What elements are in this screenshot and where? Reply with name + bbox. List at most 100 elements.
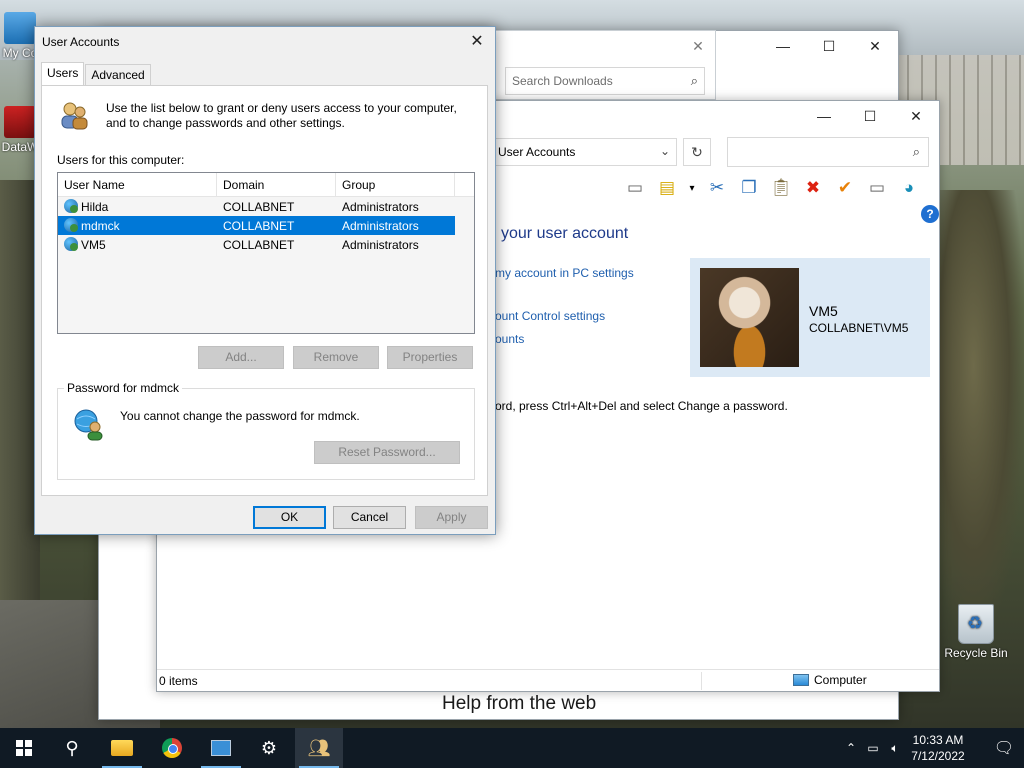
help-window-caption-buttons: — ☐ ✕ — [760, 31, 898, 61]
user-name: VM5 — [809, 303, 838, 319]
desktop-icon-label: My Co — [2, 46, 38, 60]
network-icon[interactable]: ▭ — [862, 741, 884, 755]
control-panel-caption-buttons: — ☐ ✕ — [801, 101, 939, 131]
app-shortcut-icon — [4, 106, 36, 138]
taskbar: ⚲ ⚙ 👥︎ ⌃ ▭ 🔈︎ 10:33 AM 7/12/2022 🗨︎ — [0, 728, 1024, 768]
users-icon: 👥︎ — [307, 737, 331, 758]
manage-accounts-link[interactable]: ounts — [495, 332, 524, 346]
note-icon[interactable]: ▤ — [655, 177, 679, 199]
user-globe-icon — [74, 409, 103, 441]
domain-cell: COLLABNET — [223, 237, 295, 252]
taskbar-settings[interactable]: ⚙ — [245, 728, 293, 768]
tab-advanced[interactable]: Advanced — [85, 64, 151, 87]
ok-button[interactable]: OK — [253, 506, 326, 529]
dialog-tabs: Users Advanced — [41, 62, 152, 87]
taskbar-file-explorer[interactable] — [98, 728, 146, 768]
users-list-header: User Name Domain Group — [58, 173, 474, 197]
close-button[interactable]: ✕ — [687, 35, 709, 57]
volume-icon[interactable]: 🔈︎ — [884, 741, 906, 756]
add-user-button[interactable]: Add... — [198, 346, 284, 369]
minimize-button[interactable]: — — [760, 31, 806, 61]
pane-icon[interactable]: ▭ — [623, 177, 647, 199]
windows-logo-icon — [16, 740, 32, 756]
computer-icon — [4, 12, 36, 44]
notification-icon[interactable]: 🗨︎ — [984, 738, 1024, 758]
column-header-user-name[interactable]: User Name — [58, 173, 217, 196]
search-button[interactable]: ⚲ — [48, 728, 96, 768]
address-text: User Accounts — [498, 145, 576, 159]
taskbar-control-panel[interactable] — [197, 728, 245, 768]
status-computer-label: Computer — [814, 673, 867, 687]
chevron-up-icon[interactable]: ⌃ — [840, 741, 862, 755]
close-button[interactable]: ✕ — [465, 31, 489, 53]
maximize-button[interactable]: ☐ — [847, 101, 893, 131]
desktop-tree — [940, 190, 1024, 630]
password-instruction: ord, press Ctrl+Alt+Del and select Chang… — [495, 399, 788, 413]
close-button[interactable]: ✕ — [852, 31, 898, 61]
password-message: You cannot change the password for mdmck… — [120, 409, 360, 423]
search-icon[interactable]: ⌕ — [913, 144, 920, 160]
page-title: your user account — [501, 225, 629, 242]
users-list-label: Users for this computer: — [57, 153, 185, 167]
pc-settings-link[interactable]: my account in PC settings — [495, 266, 634, 280]
properties-button[interactable]: Properties — [387, 346, 473, 369]
user-domain: COLLABNET\VM5 — [809, 321, 909, 335]
user-icon — [64, 237, 78, 251]
user-photo — [700, 268, 799, 367]
check-icon[interactable]: ✔ — [833, 177, 857, 199]
user-name-text: mdmck — [81, 219, 120, 233]
password-group: Password for mdmck You cannot change the… — [57, 381, 475, 480]
control-panel-icon — [211, 740, 231, 756]
help-from-web-heading[interactable]: Help from the web — [442, 693, 596, 715]
dropdown-arrow-icon[interactable]: ▾ — [687, 177, 697, 199]
chevron-down-icon[interactable]: ⌄ — [660, 144, 670, 158]
rename-icon[interactable]: ▭ — [865, 177, 889, 199]
users-list[interactable]: User Name Domain Group Hilda COLLABNET A… — [57, 172, 475, 334]
search-downloads-input[interactable]: Search Downloads ⌕ — [505, 67, 705, 95]
close-button[interactable]: ✕ — [893, 101, 939, 131]
dialog-title: User Accounts — [42, 35, 120, 49]
help-icon[interactable]: ? — [921, 205, 939, 223]
domain-cell: COLLABNET — [223, 218, 295, 233]
paste-icon[interactable]: 📋︎ — [769, 177, 793, 199]
desktop-icon-recycle-bin[interactable]: Recycle Bin — [944, 604, 1008, 660]
taskbar-user-accounts[interactable]: 👥︎ — [295, 728, 343, 768]
maximize-button[interactable]: ☐ — [806, 31, 852, 61]
reset-password-button[interactable]: Reset Password... — [314, 441, 460, 464]
table-row[interactable]: VM5 COLLABNET Administrators — [58, 235, 474, 254]
tab-users[interactable]: Users — [41, 62, 85, 85]
copy-icon[interactable]: ❐ — [737, 177, 761, 199]
remove-user-button[interactable]: Remove — [293, 346, 379, 369]
clock-time: 10:33 AM — [912, 733, 964, 747]
status-bar: 0 items Computer — [157, 669, 939, 691]
system-tray: ⌃ ▭ 🔈︎ 10:33 AM 7/12/2022 🗨︎ — [840, 728, 1024, 768]
status-computer: Computer — [793, 673, 867, 687]
table-row[interactable]: Hilda COLLABNET Administrators — [58, 197, 474, 216]
group-cell: Administrators — [342, 218, 419, 233]
cancel-button[interactable]: Cancel — [333, 506, 406, 529]
column-header-group[interactable]: Group — [336, 173, 455, 196]
search-icon[interactable]: ⌕ — [691, 73, 698, 89]
delete-icon[interactable]: ✖ — [801, 177, 825, 199]
taskbar-chrome[interactable] — [148, 728, 196, 768]
clock[interactable]: 10:33 AM 7/12/2022 — [906, 732, 970, 764]
refresh-button[interactable]: ↻ — [683, 138, 711, 166]
dialog-intro-text: Use the list below to grant or deny user… — [106, 101, 457, 130]
search-control-panel-input[interactable]: ⌕ — [727, 137, 929, 167]
table-row-selected[interactable]: mdmck COLLABNET Administrators — [58, 216, 455, 235]
address-bar[interactable]: User Accounts ⌄ — [491, 138, 677, 166]
user-icon — [64, 199, 78, 213]
uac-settings-link[interactable]: ount Control settings — [495, 309, 605, 323]
search-placeholder: Search Downloads — [512, 74, 613, 88]
start-button[interactable] — [0, 728, 48, 768]
desktop-icon-label: DataW — [1, 140, 39, 154]
apply-button[interactable]: Apply — [415, 506, 488, 529]
group-cell: Administrators — [342, 199, 419, 214]
recycle-bin-icon — [958, 604, 994, 644]
column-header-domain[interactable]: Domain — [217, 173, 336, 196]
toolbar: ▭ ▤ ▾ ✂ ❐ 📋︎ ✖ ✔ ▭ ◕ — [623, 176, 921, 200]
cut-icon[interactable]: ✂ — [705, 177, 729, 199]
globe-icon[interactable]: ◕ — [897, 177, 921, 199]
computer-icon — [793, 674, 809, 686]
minimize-button[interactable]: — — [801, 101, 847, 131]
